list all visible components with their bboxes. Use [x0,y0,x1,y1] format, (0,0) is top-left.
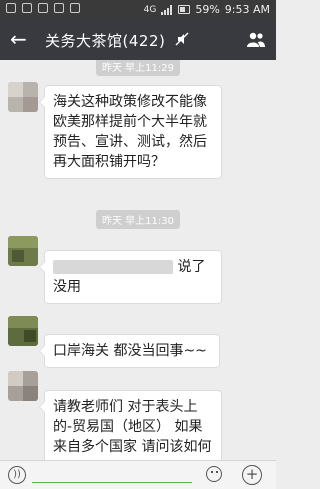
network-type: 4G [143,4,157,15]
signal-icon [161,4,173,15]
chat-title: 关务大茶馆(422) [45,32,166,50]
input-bar: )) + [0,460,276,489]
message-bubble[interactable]: 海关这种政策修改不能像欧美那样提前个大半年就预告、宣讲、测试，然后再大面积铺开吗… [39,85,222,179]
message-text: 请教老师们 对于表头上的-贸易国（地区） 如果来自多个国家 请问该如何 [53,399,212,455]
message-bubble[interactable]: 请教老师们 对于表头上的-贸易国（地区） 如果来自多个国家 请问该如何 [39,390,222,460]
battery-icon [178,5,191,14]
notification-icon [6,3,16,13]
status-bar: 4G 59% 9:53 AM [0,0,276,20]
message-text: 口岸海关 都没当回事~~ [53,343,207,359]
message-text: 海关这种政策修改不能像欧美那样提前个大半年就预告、宣讲、测试，然后再大面积铺开吗… [53,94,207,170]
chat-header: ← 关务大茶馆(422) [0,20,276,60]
mute-icon [175,32,189,46]
redacted-text [53,260,173,274]
avatar[interactable] [8,82,38,112]
back-arrow-icon[interactable]: ← [10,28,27,50]
avatar[interactable] [8,236,38,266]
avatar[interactable] [8,371,38,401]
notification-icon [38,3,48,13]
voice-input-icon[interactable]: )) [8,466,26,484]
battery-percent: 59% [195,3,220,16]
message-input[interactable] [32,482,192,483]
message-timestamp: 昨天 早上11:30 [96,210,180,229]
notification-icon [70,3,80,13]
message-bubble[interactable]: 口岸海关 都没当回事~~ [39,334,220,368]
group-members-icon[interactable] [246,31,266,49]
notification-icon [22,3,32,13]
notification-icons [6,3,80,13]
notification-icon [54,3,64,13]
clock: 9:53 AM [224,3,270,16]
message-list[interactable]: 昨天 早上11:29 海关这种政策修改不能像欧美那样提前个大半年就预告、宣讲、测… [0,60,276,460]
emoji-icon[interactable] [206,466,222,482]
more-options-plus-icon[interactable]: + [242,465,262,485]
avatar[interactable] [8,316,38,346]
message-bubble[interactable]: 说了没用 [39,250,222,304]
message-timestamp: 昨天 早上11:29 [96,60,180,76]
